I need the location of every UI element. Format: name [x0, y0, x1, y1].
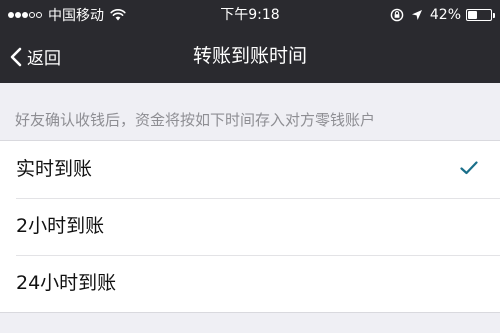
option-24-hours[interactable]: 24小时到账 [0, 255, 500, 312]
status-right: 42% [390, 5, 495, 25]
arrival-time-options: 实时到账 2小时到账 24小时到账 [0, 140, 500, 313]
back-label: 返回 [27, 49, 61, 69]
option-realtime[interactable]: 实时到账 [0, 141, 500, 198]
top-bar: 中国移动 下午9:18 42% 返回 转账到账时间 [0, 0, 500, 83]
page-title: 转账到账时间 [192, 45, 307, 67]
battery-level [468, 11, 477, 19]
option-2-hours[interactable]: 2小时到账 [0, 198, 500, 255]
rotation-lock-icon [390, 8, 404, 22]
status-bar: 中国移动 下午9:18 42% [0, 0, 500, 30]
battery-percentage: 42% [429, 7, 461, 23]
navigation-bar: 返回 转账到账时间 [0, 30, 500, 83]
chevron-left-icon [10, 47, 22, 66]
transfer-time-settings-screen: 中国移动 下午9:18 42% 返回 转账到账时间 好友确认收钱后，资金将按如下… [0, 0, 500, 333]
section-hint: 好友确认收钱后，资金将按如下时间存入对方零钱账户 [15, 111, 376, 129]
option-label: 2小时到账 [16, 215, 105, 237]
back-button[interactable]: 返回 [10, 30, 61, 83]
location-arrow-icon [411, 10, 422, 20]
option-label: 24小时到账 [16, 272, 117, 294]
option-label: 实时到账 [16, 158, 93, 180]
checkmark-icon [460, 161, 478, 175]
battery-icon [466, 9, 495, 21]
